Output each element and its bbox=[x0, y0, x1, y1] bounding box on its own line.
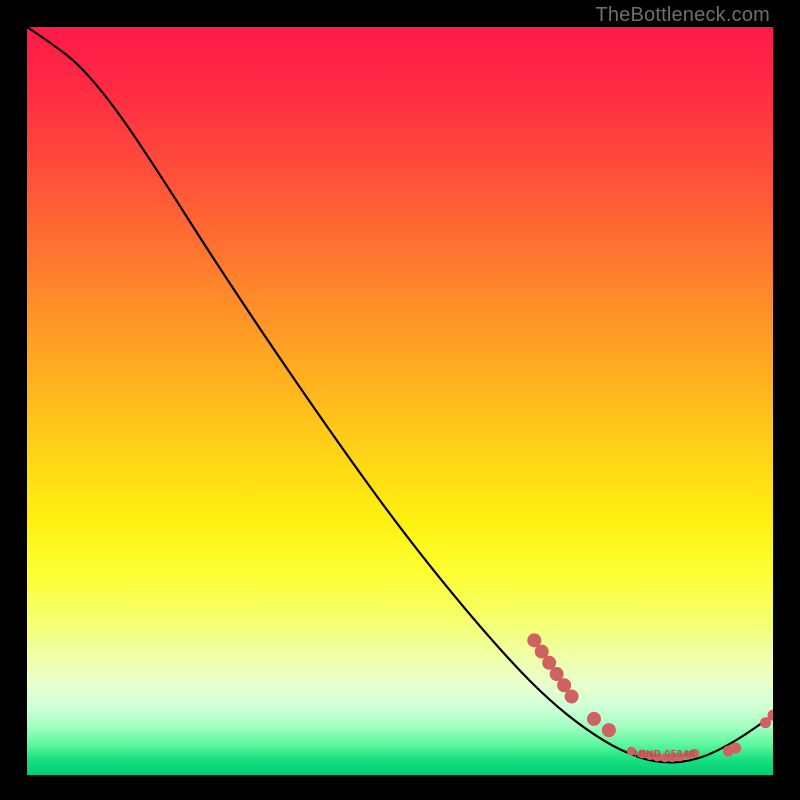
data-dot bbox=[587, 712, 601, 726]
bottleneck-curve bbox=[27, 27, 773, 762]
data-dot bbox=[730, 743, 741, 754]
data-dots-descending bbox=[527, 633, 616, 737]
chart-svg: MIND 05048 bbox=[27, 27, 773, 775]
plateau-cluster-label: MIND 05048 bbox=[634, 749, 695, 760]
data-dot bbox=[565, 689, 579, 703]
data-dot bbox=[602, 723, 616, 737]
plot-area: MIND 05048 bbox=[27, 27, 773, 775]
watermark: TheBottleneck.com bbox=[595, 4, 770, 27]
